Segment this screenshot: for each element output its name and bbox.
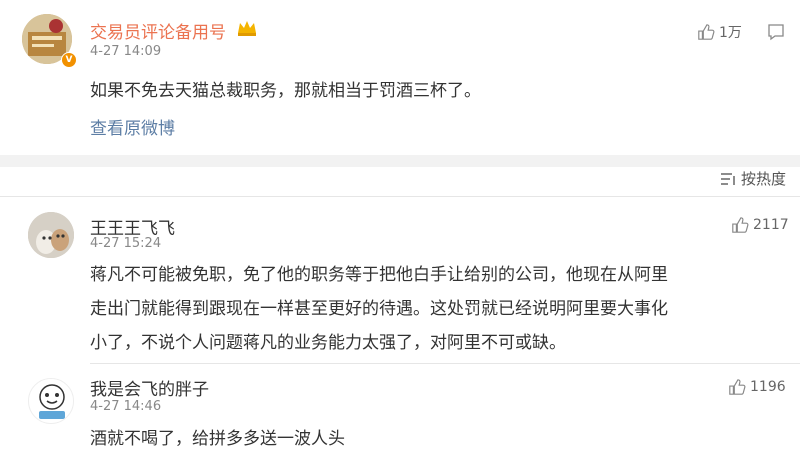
sort-by-hot-button[interactable]: 按热度 <box>719 168 786 189</box>
like-button[interactable]: 1196 <box>728 378 786 396</box>
comment-content: 蒋凡不可能被免职，免了他的职务等于把他白手让给别的公司，他现在从阿里 走出门就能… <box>90 258 790 360</box>
view-original-link[interactable]: 查看原微博 <box>90 114 175 139</box>
like-count: 1196 <box>750 379 786 395</box>
commenter-name[interactable]: 我是会飞的胖子 <box>90 375 209 400</box>
like-count: 1万 <box>719 25 742 41</box>
post-time: 4-27 14:09 <box>90 44 162 59</box>
like-button[interactable]: 1万 <box>697 22 742 42</box>
avatar[interactable] <box>28 212 74 258</box>
comment-line: 小了，不说个人问题蒋凡的业务能力太强了，对阿里不可或缺。 <box>90 333 566 353</box>
original-post: V 交易员评论备用号 4-27 14:09 1万 如果不免去天猫总裁职务，那就相… <box>0 0 800 155</box>
thumbs-up-icon <box>698 24 715 40</box>
crown-icon <box>238 21 256 36</box>
comment-time: 4-27 14:46 <box>90 399 162 414</box>
comment-line: 酒就不喝了，给拼多多送一波人头 <box>90 429 345 449</box>
comment-time: 4-27 15:24 <box>90 236 162 251</box>
like-count: 2117 <box>753 217 789 233</box>
sort-icon <box>720 172 735 185</box>
thumbs-up-icon <box>729 379 746 395</box>
thumbs-up-icon <box>732 217 749 233</box>
more-options-icon[interactable] <box>766 22 786 42</box>
divider <box>90 363 800 364</box>
sort-label: 按热度 <box>740 170 786 188</box>
comment-line: 蒋凡不可能被免职，免了他的职务等于把他白手让给别的公司，他现在从阿里 <box>90 265 668 285</box>
avatar[interactable] <box>28 378 74 424</box>
like-button[interactable]: 2117 <box>731 216 789 234</box>
comment-content: 酒就不喝了，给拼多多送一波人头 <box>90 422 345 456</box>
author-name[interactable]: 交易员评论备用号 <box>90 18 226 43</box>
section-separator <box>0 155 800 167</box>
verified-badge-icon: V <box>61 52 77 68</box>
post-content: 如果不免去天猫总裁职务，那就相当于罚酒三杯了。 <box>90 81 481 101</box>
comment-line: 走出门就能得到跟现在一样甚至更好的待遇。这处罚就已经说明阿里要大事化 <box>90 299 668 319</box>
divider <box>0 196 800 197</box>
